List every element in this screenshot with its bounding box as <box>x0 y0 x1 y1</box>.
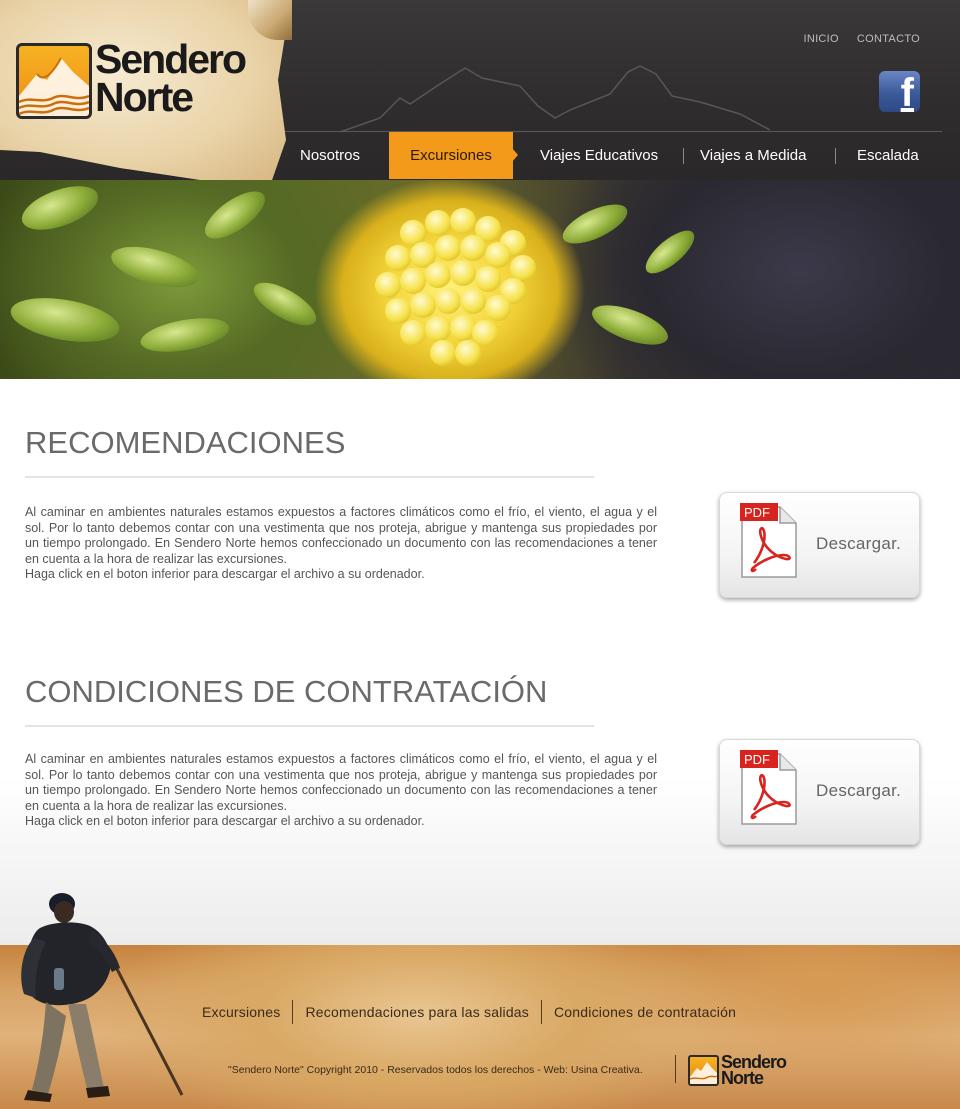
footer-link-recomendaciones[interactable]: Recomendaciones para las salidas <box>293 1004 541 1020</box>
section-title-recomendaciones: RECOMENDACIONES <box>25 425 346 460</box>
section-instruction: Haga click en el boton inferior para des… <box>25 567 425 582</box>
nav-separator <box>683 148 684 164</box>
nav-separator <box>835 148 836 164</box>
mountain-outline-decoration <box>339 65 771 133</box>
footer-logo-line-2: Norte <box>721 1068 764 1088</box>
footer-copyright: "Sendero Norte" Copyright 2010 - Reserva… <box>228 1064 643 1076</box>
facebook-icon[interactable]: f <box>879 71 920 112</box>
svg-text:PDF: PDF <box>744 505 770 520</box>
logo-line-1: Sendero <box>95 36 247 82</box>
logo-line-2: Norte <box>95 74 194 120</box>
pdf-file-icon: PDF <box>740 503 797 578</box>
footer-links: Excursiones Recomendaciones para las sal… <box>190 1000 748 1024</box>
nav-item-escalada[interactable]: Escalada <box>857 132 919 179</box>
section-paragraph: Al caminar en ambientes naturales estamo… <box>25 752 657 813</box>
footer-logo-wordmark: Sendero Norte <box>721 1053 787 1088</box>
nav-item-viajes-a-medida[interactable]: Viajes a Medida <box>700 132 806 179</box>
section-body-recomendaciones: Al caminar en ambientes naturales estamo… <box>25 505 657 583</box>
main-nav: Nosotros Excursiones Viajes Educativos V… <box>272 132 960 179</box>
nav-item-excursiones[interactable]: Excursiones <box>389 132 513 179</box>
top-links: INICIO CONTACTO <box>803 33 920 45</box>
download-recomendaciones-button[interactable]: PDF Descargar. <box>719 492 920 598</box>
section-body-condiciones: Al caminar en ambientes naturales estamo… <box>25 752 657 830</box>
section-divider <box>25 725 594 727</box>
footer-logo-mountain-icon <box>688 1055 719 1086</box>
footer-link-excursiones[interactable]: Excursiones <box>190 1004 292 1020</box>
contacto-link[interactable]: CONTACTO <box>857 33 920 45</box>
hero-banner-flower-image <box>0 180 960 379</box>
active-nav-arrow <box>512 148 518 162</box>
section-divider <box>25 476 594 478</box>
pdf-file-icon: PDF <box>740 750 797 825</box>
footer-link-condiciones[interactable]: Condiciones de contratación <box>542 1004 748 1020</box>
nav-item-viajes-educativos[interactable]: Viajes Educativos <box>540 132 658 179</box>
main-content: RECOMENDACIONES Al caminar en ambientes … <box>0 379 960 945</box>
facebook-glyph: f <box>900 71 914 112</box>
svg-text:PDF: PDF <box>744 752 770 767</box>
download-condiciones-button[interactable]: PDF Descargar. <box>719 739 920 845</box>
section-paragraph: Al caminar en ambientes naturales estamo… <box>25 505 657 566</box>
nav-item-nosotros[interactable]: Nosotros <box>300 132 360 179</box>
download-label: Descargar. <box>816 781 902 800</box>
download-label: Descargar. <box>816 534 902 553</box>
section-title-condiciones: CONDICIONES DE CONTRATACIÓN <box>25 674 548 709</box>
section-instruction: Haga click en el boton inferior para des… <box>25 814 425 829</box>
logo-wordmark[interactable]: Sendero Norte <box>95 36 247 120</box>
logo-mountain-icon[interactable] <box>16 43 92 119</box>
inicio-link[interactable]: INICIO <box>803 33 838 45</box>
footer-separator <box>675 1055 676 1083</box>
hiker-photo-decoration <box>21 893 184 1102</box>
